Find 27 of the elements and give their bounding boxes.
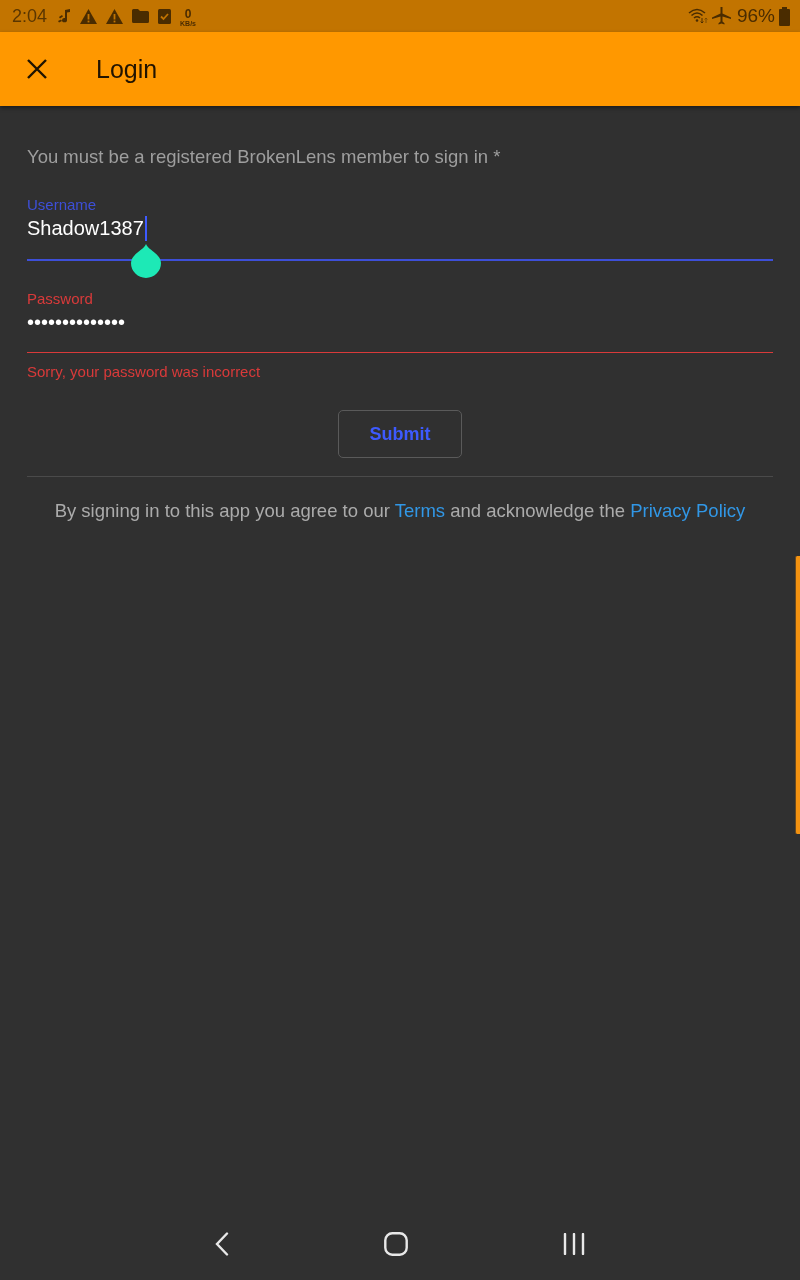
terms-text: By signing in to this app you agree to our Terms and acknowledge the Privacy Policy [53, 499, 747, 523]
battery-percent: 96% [736, 5, 775, 27]
back-icon[interactable] [215, 1232, 229, 1256]
checkbox-icon [158, 8, 172, 24]
terms-link[interactable]: Terms [394, 500, 446, 521]
close-icon[interactable] [27, 59, 47, 79]
selection-handle-icon[interactable] [130, 243, 161, 278]
recent-apps-icon[interactable] [563, 1233, 585, 1255]
terms-link[interactable]: Privacy Policy [630, 500, 746, 521]
airplane-icon [711, 7, 731, 25]
music-note-icon [58, 9, 72, 23]
error-message: Sorry, your password was incorrect [27, 363, 262, 381]
folder-icon [132, 9, 150, 23]
data-rate-value: 0 [184, 7, 192, 20]
warning-icon [106, 8, 124, 24]
username-field[interactable]: Username Shadow1387 [27, 196, 773, 279]
edge-panel-handle[interactable] [795, 556, 800, 834]
status-time: 2:04 [12, 5, 48, 27]
warning-icon [80, 8, 98, 24]
app-bar-title: Login [96, 54, 158, 84]
submit-button[interactable]: Submit [338, 410, 462, 458]
text-cursor-icon [144, 215, 147, 241]
password-field[interactable]: Password •••••••••••••• [27, 290, 773, 353]
wifi-icon [687, 8, 708, 24]
battery-icon [779, 6, 790, 26]
home-icon[interactable] [384, 1232, 408, 1256]
notice-text: You must be a registered BrokenLens member to sign in * [27, 146, 502, 168]
